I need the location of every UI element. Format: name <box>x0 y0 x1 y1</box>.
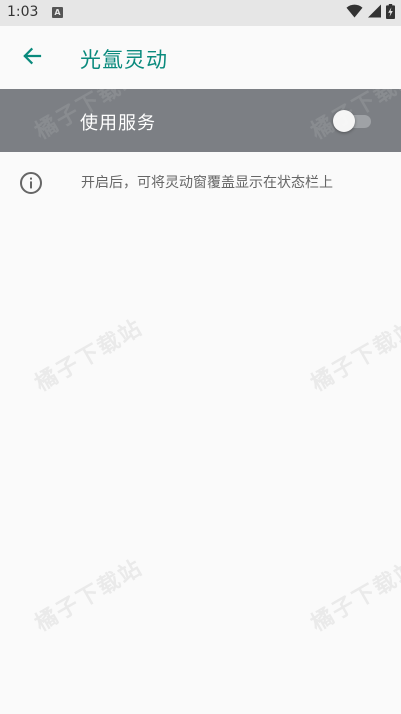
watermark: 橘子下载站 <box>31 315 148 397</box>
use-service-toggle[interactable] <box>333 110 373 132</box>
status-time: 1:03 <box>7 4 39 20</box>
page-title: 光氲灵动 <box>80 48 168 72</box>
arrow-left-icon <box>22 46 42 70</box>
info-icon <box>19 171 43 195</box>
signal-icon <box>368 4 381 22</box>
info-text: 开启后，可将灵动窗覆盖显示在状态栏上 <box>81 175 333 191</box>
wifi-icon <box>346 4 363 22</box>
battery-charging-icon <box>386 3 395 23</box>
use-service-label: 使用服务 <box>80 113 156 134</box>
watermark: 橘子下载站 <box>307 555 401 637</box>
use-service-row[interactable]: 使用服务 <box>0 89 401 152</box>
watermark: 橘子下载站 <box>307 315 401 397</box>
status-icons <box>346 3 395 23</box>
watermark: 橘子下载站 <box>31 555 148 637</box>
status-bar: 1:03 A <box>0 0 401 26</box>
app-bar: 光氲灵动 <box>0 26 401 89</box>
toggle-thumb <box>333 110 355 132</box>
info-row: 开启后，可将灵动窗覆盖显示在状态栏上 <box>0 152 401 212</box>
back-button[interactable] <box>12 38 52 78</box>
notification-app-icon: A <box>52 7 63 18</box>
